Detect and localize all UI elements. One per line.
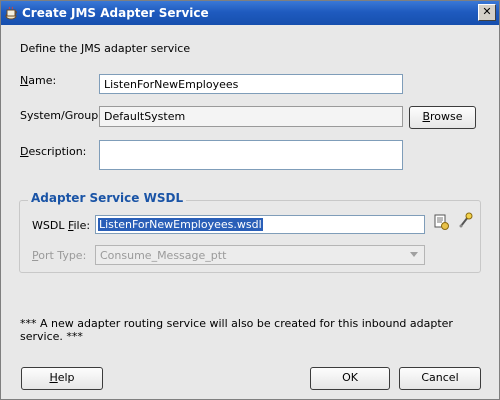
description-label: Description: (20, 145, 87, 158)
port-type-label: Port Type: (32, 249, 87, 262)
name-label: Name: (20, 74, 57, 87)
intro-text: Define the JMS adapter service (20, 42, 191, 55)
wsdl-file-value: ListenForNewEmployees.wsdl (98, 218, 263, 231)
name-input[interactable]: ListenForNewEmployees (99, 74, 403, 94)
chevron-down-icon (410, 252, 418, 257)
system-group-field[interactable]: DefaultSystem (99, 106, 403, 127)
help-button[interactable]: Help (21, 367, 103, 390)
window-title: Create JMS Adapter Service (22, 6, 209, 20)
port-type-value: Consume_Message_ptt (100, 249, 227, 262)
title-bar[interactable]: Create JMS Adapter Service ✕ (1, 1, 499, 25)
group-title: Adapter Service WSDL (28, 191, 187, 205)
wsdl-file-label: WSDL File: (32, 219, 91, 232)
close-button[interactable]: ✕ (478, 4, 496, 21)
routing-note: *** A new adapter routing service will a… (20, 317, 453, 343)
cancel-button[interactable]: Cancel (399, 367, 481, 390)
browse-wsdl-icon[interactable] (433, 213, 451, 231)
description-input[interactable] (99, 140, 403, 170)
edit-wsdl-icon[interactable] (457, 212, 475, 230)
port-type-select[interactable]: Consume_Message_ptt (95, 245, 425, 265)
coffee-cup-icon (5, 6, 17, 20)
ok-button[interactable]: OK (310, 367, 390, 390)
system-group-label: System/Group: (20, 109, 102, 122)
wsdl-file-input[interactable]: ListenForNewEmployees.wsdl (95, 215, 425, 234)
dialog-window: Create JMS Adapter Service ✕ Define the … (0, 0, 500, 400)
browse-button[interactable]: Browse (409, 106, 476, 129)
